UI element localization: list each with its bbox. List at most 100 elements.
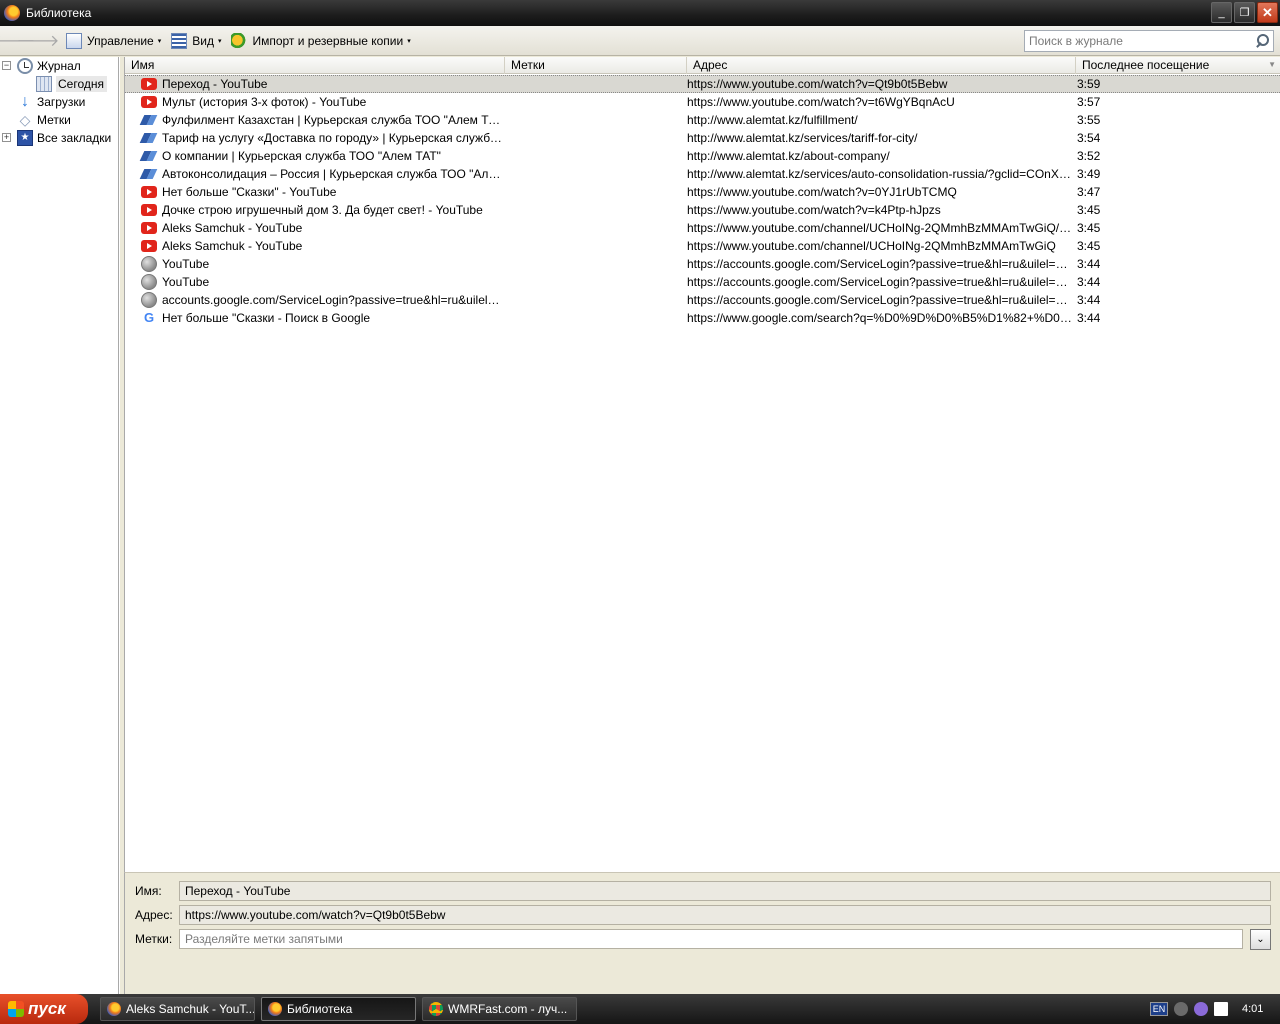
import-menu[interactable]: Импорт и резервные копии ▾	[231, 32, 411, 49]
list-header: Имя Метки Адрес Последнее посещение ▼	[125, 57, 1280, 74]
calendar-icon	[36, 76, 52, 92]
table-row[interactable]: Нет больше "Сказки" - YouTube https://www…	[125, 183, 1280, 201]
tray-app-icon[interactable]	[1194, 1002, 1208, 1016]
organize-label: Управление	[87, 33, 154, 48]
detail-tags-row: Метки: Разделяйте метки запятыми ⌄	[125, 928, 1280, 950]
row-title: Фулфилмент Казахстан | Курьерская служба…	[162, 113, 505, 127]
taskbar-item-library[interactable]: Библиотека	[261, 997, 416, 1021]
cell-url: https://accounts.google.com/ServiceLogin…	[687, 275, 1077, 289]
sidebar-item-label: Журнал	[37, 59, 81, 73]
alemtat-icon	[141, 130, 157, 146]
table-row[interactable]: Фулфилмент Казахстан | Курьерская служба…	[125, 111, 1280, 129]
sidebar-item-today[interactable]: Сегодня	[36, 75, 107, 93]
table-row[interactable]: Мульт (история 3-х фоток) - YouTube https…	[125, 93, 1280, 111]
cell-name: О компании | Курьерская служба ТОО "Алем…	[125, 148, 505, 164]
sidebar-item-all-bookmarks[interactable]: + ★ Все закладки	[0, 129, 119, 147]
table-row[interactable]: Переход - YouTube https://www.youtube.com…	[125, 75, 1280, 93]
view-menu[interactable]: Вид ▾	[171, 32, 221, 49]
clock: 4:01	[1242, 1003, 1264, 1015]
detail-url-field[interactable]: https://www.youtube.com/watch?v=Qt9b0t5B…	[179, 905, 1271, 925]
maximize-button[interactable]: ❐	[1234, 2, 1255, 23]
search-input[interactable]	[1025, 31, 1253, 51]
row-title: accounts.google.com/ServiceLogin?passive…	[162, 293, 505, 307]
cell-last-visited: 3:54	[1077, 131, 1101, 145]
downloads-icon: ↓	[21, 93, 29, 110]
taskbar-item-chrome-wmrfast[interactable]: WMRFast.com - луч...	[422, 997, 577, 1021]
sidebar-item-label: Все закладки	[37, 131, 112, 145]
table-row[interactable]: G Нет больше "Сказки - Поиск в Google http…	[125, 309, 1280, 327]
close-button[interactable]: ✕	[1257, 2, 1278, 23]
cell-url: http://www.alemtat.kz/services/auto-cons…	[687, 167, 1077, 181]
cell-last-visited: 3:49	[1077, 167, 1101, 181]
expand-toggle[interactable]: +	[2, 133, 11, 142]
cell-name: Мульт (история 3-х фоток) - YouTube	[125, 95, 505, 109]
row-title: YouTube	[162, 257, 210, 271]
cell-name: Aleks Samchuk - YouTube	[125, 221, 505, 235]
detail-name-field[interactable]: Переход - YouTube	[179, 881, 1271, 901]
column-name[interactable]: Имя	[125, 57, 505, 74]
sidebar-item-tags[interactable]: ◇ Метки	[17, 111, 71, 129]
column-last-visited-label: Последнее посещение	[1082, 58, 1210, 72]
forward-button[interactable]: 🡒	[17, 31, 60, 51]
table-row[interactable]: Автоконсолидация – Россия | Курьерская с…	[125, 165, 1280, 183]
taskbar-item-label: Aleks Samchuk - YouT...	[126, 1002, 255, 1016]
youtube-icon	[141, 240, 157, 252]
youtube-icon	[141, 222, 157, 234]
chevron-down-icon: ▾	[157, 37, 162, 45]
alemtat-icon	[141, 148, 157, 164]
toolbar: 🡐 🡒 Управление ▾ Вид ▾ Импорт и резервны…	[0, 26, 1280, 56]
table-row[interactable]: YouTube https://accounts.google.com/Servi…	[125, 273, 1280, 291]
cell-name: accounts.google.com/ServiceLogin?passive…	[125, 292, 505, 308]
search-icon[interactable]	[1253, 33, 1269, 49]
table-row[interactable]: YouTube https://accounts.google.com/Servi…	[125, 255, 1280, 273]
row-title: Автоконсолидация – Россия | Курьерская с…	[162, 167, 505, 181]
chevron-down-icon: ▾	[407, 37, 411, 45]
language-indicator[interactable]: EN	[1150, 1002, 1168, 1016]
sidebar-item-downloads[interactable]: ↓ Загрузки	[17, 93, 85, 111]
firefox-icon	[4, 5, 20, 21]
table-row[interactable]: Тариф на услугу «Доставка по городу» | К…	[125, 129, 1280, 147]
row-title: Мульт (история 3-х фоток) - YouTube	[162, 95, 367, 109]
youtube-icon	[141, 186, 157, 198]
cell-name: YouTube	[125, 256, 505, 272]
minimize-button[interactable]: _	[1211, 2, 1232, 23]
tags-input[interactable]: Разделяйте метки запятыми	[179, 929, 1243, 949]
collapse-toggle[interactable]: −	[2, 61, 11, 70]
sidebar-tree: − Журнал Сегодня ↓ Загрузки ◇ Метки + ★ …	[0, 57, 119, 994]
tags-dropdown-button[interactable]: ⌄	[1250, 928, 1271, 950]
taskbar-item-label: WMRFast.com - луч...	[448, 1002, 568, 1016]
details-pane: Имя: Переход - YouTube Адрес: https://ww…	[124, 872, 1280, 994]
table-row[interactable]: Aleks Samchuk - YouTube https://www.youtu…	[125, 237, 1280, 255]
table-row[interactable]: Дочке строю игрушечный дом 3. Да будет с…	[125, 201, 1280, 219]
view-label: Вид	[192, 33, 214, 48]
cell-name: Aleks Samchuk - YouTube	[125, 239, 505, 253]
start-button[interactable]: пуск	[0, 994, 88, 1024]
cell-last-visited: 3:44	[1077, 275, 1101, 289]
sidebar-item-history[interactable]: − Журнал	[0, 57, 119, 75]
bookmarks-icon: ★	[17, 130, 33, 146]
table-row[interactable]: accounts.google.com/ServiceLogin?passive…	[125, 291, 1280, 309]
column-last-visited[interactable]: Последнее посещение ▼	[1076, 57, 1280, 74]
cell-name: Автоконсолидация – Россия | Курьерская с…	[125, 166, 505, 182]
cell-url: http://www.alemtat.kz/fulfillment/	[687, 113, 858, 127]
detail-tags-label: Метки:	[135, 932, 173, 946]
cell-url: https://accounts.google.com/ServiceLogin…	[687, 293, 1077, 307]
cell-name: Дочке строю игрушечный дом 3. Да будет с…	[125, 203, 505, 217]
cell-url: http://www.alemtat.kz/about-company/	[687, 149, 890, 163]
tray-network-icon[interactable]	[1214, 1002, 1228, 1016]
cell-last-visited: 3:44	[1077, 257, 1101, 271]
cell-name: G Нет больше "Сказки - Поиск в Google	[125, 310, 505, 326]
taskbar-item-firefox-youtube[interactable]: Aleks Samchuk - YouT...	[100, 997, 255, 1021]
column-tags[interactable]: Метки	[505, 57, 687, 74]
organize-menu[interactable]: Управление ▾	[66, 32, 162, 49]
globe-icon	[141, 292, 157, 308]
title-bar[interactable]: Библиотека _ ❐ ✕	[0, 0, 1280, 26]
youtube-icon	[141, 204, 157, 216]
table-row[interactable]: О компании | Курьерская служба ТОО "Алем…	[125, 147, 1280, 165]
cell-last-visited: 3:57	[1077, 95, 1101, 109]
globe-icon	[141, 274, 157, 290]
column-url[interactable]: Адрес	[687, 57, 1076, 74]
table-row[interactable]: Aleks Samchuk - YouTube https://www.youtu…	[125, 219, 1280, 237]
tray-arrow-icon[interactable]	[1174, 1002, 1188, 1016]
import-backup-icon	[231, 32, 248, 49]
